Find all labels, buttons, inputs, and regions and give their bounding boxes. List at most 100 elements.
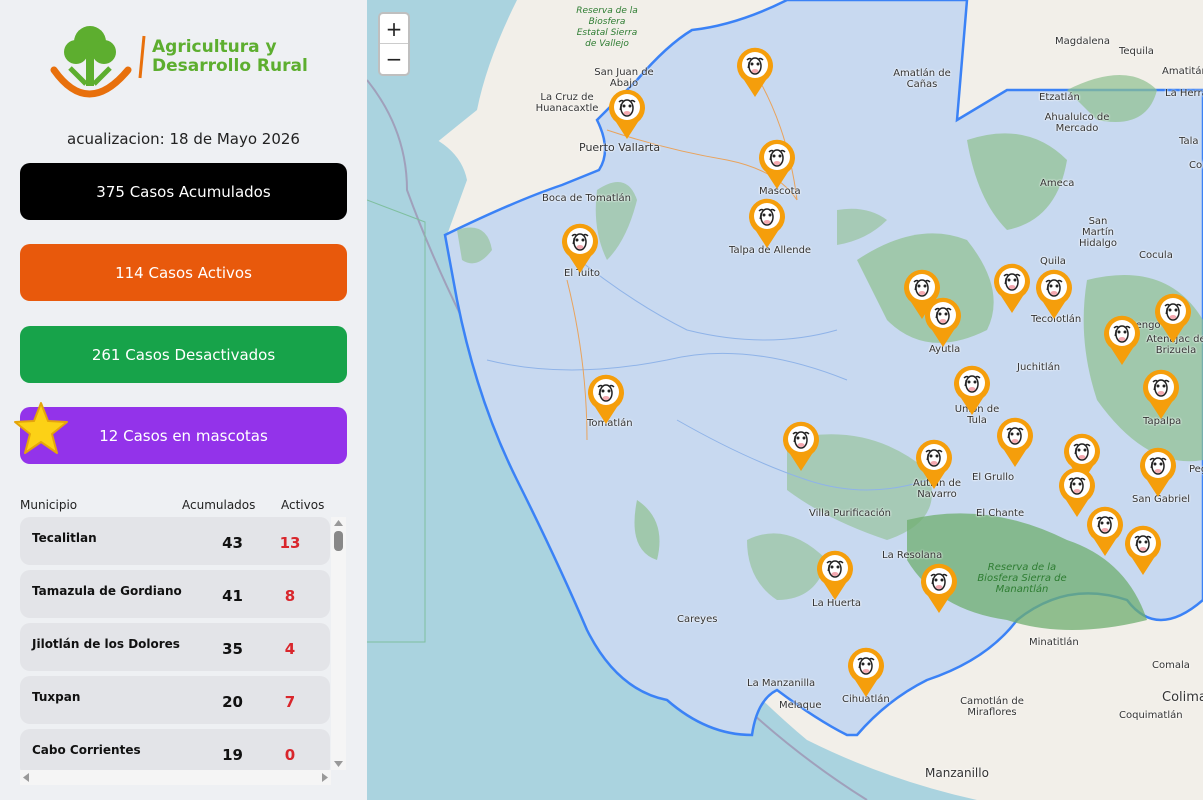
cow-icon[interactable] — [747, 197, 787, 249]
row-accumulated: 20 — [222, 693, 243, 711]
cow-icon[interactable] — [1138, 446, 1178, 498]
cow-icon[interactable] — [1141, 368, 1181, 420]
zoom-control: + − — [378, 12, 410, 76]
map-label: Juchitlán — [1017, 362, 1061, 373]
accumulated-cases-card[interactable]: 375 Casos Acumulados — [20, 163, 347, 220]
cow-icon[interactable] — [846, 646, 886, 698]
row-name: Tuxpan — [32, 690, 81, 704]
scroll-right-icon — [322, 773, 328, 782]
map-label: La Herradura — [1165, 88, 1203, 99]
row-name: Tecalitlan — [32, 531, 97, 545]
map-label: Etzatlán — [1039, 92, 1080, 103]
map-label: Melaque — [779, 700, 822, 711]
scroll-down-icon — [334, 761, 343, 767]
row-active: 4 — [284, 640, 296, 658]
map-label: Manzanillo — [925, 766, 989, 780]
cow-icon[interactable] — [923, 296, 963, 348]
map-label: La Manzanilla — [747, 678, 816, 689]
cow-icon[interactable] — [919, 562, 959, 614]
cow-icon[interactable] — [1085, 505, 1125, 557]
map-label: La Resolana — [882, 550, 943, 561]
map-label: Amatitán — [1162, 66, 1203, 77]
row-active: 7 — [284, 693, 296, 711]
cow-icon[interactable] — [607, 88, 647, 140]
map-label: Quila — [1040, 256, 1066, 267]
row-active: 13 — [279, 534, 301, 552]
row-active: 8 — [284, 587, 296, 605]
map-label: El Grullo — [972, 472, 1015, 483]
active-cases-card[interactable]: 114 Casos Activos — [20, 244, 347, 301]
zoom-out-button[interactable]: − — [380, 44, 408, 74]
row-accumulated: 19 — [222, 746, 243, 764]
cow-icon[interactable] — [914, 438, 954, 490]
zoom-in-button[interactable]: + — [380, 14, 408, 44]
row-accumulated: 35 — [222, 640, 243, 658]
map-label: Ameca — [1040, 178, 1075, 189]
cow-icon[interactable] — [735, 46, 775, 98]
map-label: Magdalena — [1055, 36, 1110, 47]
map-label: Careyes — [677, 614, 718, 625]
map-label: Colima — [1162, 690, 1203, 705]
map-label: Villa Purificación — [809, 508, 892, 519]
vertical-scrollbar[interactable] — [331, 517, 346, 770]
row-active: 0 — [284, 746, 296, 764]
reserve-label: Reserva de la Biosfera Sierra de Manantl… — [977, 562, 1067, 595]
star-icon — [14, 402, 68, 454]
map-label: Colima — [1189, 160, 1203, 171]
header-activos: Activos — [281, 498, 325, 512]
logo-text: Agricultura y Desarrollo Rural — [152, 38, 308, 76]
map-label: Cocula — [1139, 250, 1173, 261]
map-label: Amatlán de Cañas — [893, 68, 951, 90]
map-label: Camotlán de Miraflores — [960, 696, 1024, 718]
cow-icon[interactable] — [1102, 314, 1142, 366]
map-label: Comala — [1152, 660, 1190, 671]
cow-icon[interactable] — [995, 416, 1035, 468]
map-label: Boca de Tomatlán — [542, 193, 632, 204]
cow-icon[interactable] — [1034, 268, 1074, 320]
row-name: Cabo Corrientes — [32, 743, 141, 757]
sidebar: Agricultura y Desarrollo Rural acualizac… — [0, 0, 367, 800]
cow-icon[interactable] — [757, 138, 797, 190]
cow-icon[interactable] — [586, 373, 626, 425]
cow-icon[interactable] — [992, 262, 1032, 314]
cow-icon[interactable] — [815, 549, 855, 601]
deactivated-cases-card[interactable]: 261 Casos Desactivados — [20, 326, 347, 383]
scroll-up-icon — [334, 520, 343, 526]
cow-icon[interactable] — [781, 420, 821, 472]
table-row[interactable]: Cabo Corrientes 19 0 — [20, 729, 330, 770]
map-label: Pegueros — [1189, 464, 1203, 475]
municipality-list[interactable]: Tecalitlan 43 13 Tamazula de Gordiano 41… — [20, 517, 330, 770]
map-label: San Juan de Abajo — [594, 67, 654, 89]
scroll-thumb — [334, 531, 343, 551]
map-label: Tequila — [1119, 46, 1154, 57]
table-row[interactable]: Tamazula de Gordiano 41 8 — [20, 570, 330, 618]
header-acumulados: Acumulados — [182, 498, 256, 512]
map-label: Minatitlán — [1029, 637, 1079, 648]
row-accumulated: 41 — [222, 587, 243, 605]
table-row[interactable]: Jilotlán de los Dolores 35 4 — [20, 623, 330, 671]
map-label: Ahualulco de Mercado — [1044, 112, 1110, 134]
map-label: Tala — [1179, 136, 1199, 147]
scroll-left-icon — [23, 773, 29, 782]
row-accumulated: 43 — [222, 534, 243, 552]
reserve-label: Reserva de la Biosfera Estatal Sierra de… — [576, 6, 638, 49]
row-name: Jilotlán de los Dolores — [32, 637, 180, 651]
map-label: Puerto Vallarta — [579, 141, 661, 154]
cow-icon[interactable] — [560, 222, 600, 274]
cow-icon[interactable] — [952, 364, 992, 416]
header-municipio: Municipio — [20, 498, 78, 512]
map-label: San Martín Hidalgo — [1078, 216, 1118, 249]
table-row[interactable]: Tecalitlan 43 13 — [20, 517, 330, 565]
horizontal-scrollbar[interactable] — [20, 770, 331, 785]
map-label: La Cruz de Huanacaxtle — [535, 92, 599, 114]
update-date: acualizacion: 18 de Mayo 2026 — [67, 130, 300, 148]
map-label: El Chante — [976, 508, 1025, 519]
map-view[interactable]: Reserva de la Biosfera Estatal Sierra de… — [367, 0, 1203, 800]
logo-text-line1: Agricultura y — [152, 37, 277, 57]
map-label: Coquimatlán — [1119, 710, 1183, 721]
cow-icon[interactable] — [1123, 524, 1163, 576]
table-row[interactable]: Tuxpan 20 7 — [20, 676, 330, 724]
row-name: Tamazula de Gordiano — [32, 584, 182, 598]
cow-icon[interactable] — [1153, 292, 1193, 344]
logo-text-line2: Desarrollo Rural — [152, 56, 308, 76]
